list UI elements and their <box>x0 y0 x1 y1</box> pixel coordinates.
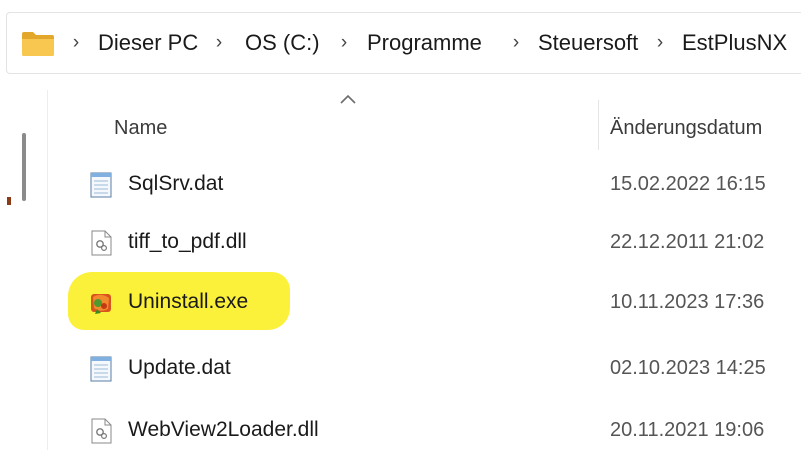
breadcrumb-item-programme[interactable]: Programme <box>367 29 482 57</box>
breadcrumb-item-dieser-pc[interactable]: Dieser PC <box>98 29 198 57</box>
file-date: 22.12.2011 21:02 <box>610 231 765 253</box>
list-item[interactable]: WebView2Loader.dll 20.11.2021 19:06 <box>60 404 801 450</box>
chevron-right-icon[interactable]: › <box>212 31 226 55</box>
dll-file-icon <box>91 230 112 256</box>
column-header-date[interactable]: Änderungsdatum <box>610 114 762 142</box>
list-item[interactable]: Update.dat 02.10.2023 14:25 <box>60 342 801 394</box>
dat-file-icon <box>90 172 112 198</box>
uninstall-exe-icon <box>91 294 111 314</box>
chevron-right-icon[interactable]: › <box>653 31 667 55</box>
list-item[interactable]: Uninstall.exe 10.11.2023 17:36 <box>60 272 801 330</box>
list-item[interactable]: SqlSrv.dat 15.02.2022 16:15 <box>60 158 801 210</box>
chevron-right-icon[interactable]: › <box>337 31 351 55</box>
nav-pane-scrollbar[interactable] <box>22 133 26 201</box>
file-name: SqlSrv.dat <box>128 172 224 195</box>
nav-pane-edge <box>7 197 11 205</box>
column-divider[interactable] <box>598 100 599 150</box>
address-bar[interactable]: › Dieser PC › OS (C:) › Programme › Steu… <box>6 12 801 74</box>
dat-file-icon <box>90 356 112 382</box>
file-name: Update.dat <box>128 356 231 379</box>
file-name: WebView2Loader.dll <box>128 418 319 441</box>
breadcrumb-item-steuersoft[interactable]: Steuersoft <box>538 29 638 57</box>
list-item[interactable]: tiff_to_pdf.dll 22.12.2011 21:02 <box>60 216 801 268</box>
file-name: Uninstall.exe <box>128 290 249 313</box>
chevron-right-icon[interactable]: › <box>69 31 83 55</box>
folder-icon <box>22 32 54 56</box>
breadcrumb-item-estplusnx[interactable]: EstPlusNX <box>682 29 787 57</box>
column-header-name[interactable]: Name <box>114 114 167 142</box>
sort-ascending-icon <box>340 94 356 104</box>
pane-divider <box>47 90 48 450</box>
file-date: 20.11.2021 19:06 <box>610 419 765 441</box>
file-name: tiff_to_pdf.dll <box>128 230 247 253</box>
chevron-right-icon[interactable]: › <box>509 31 523 55</box>
file-date: 02.10.2023 14:25 <box>610 357 766 379</box>
dll-file-icon <box>91 418 112 444</box>
breadcrumb-item-os-c[interactable]: OS (C:) <box>245 29 320 57</box>
file-date: 10.11.2023 17:36 <box>610 291 765 313</box>
file-date: 15.02.2022 16:15 <box>610 173 766 195</box>
